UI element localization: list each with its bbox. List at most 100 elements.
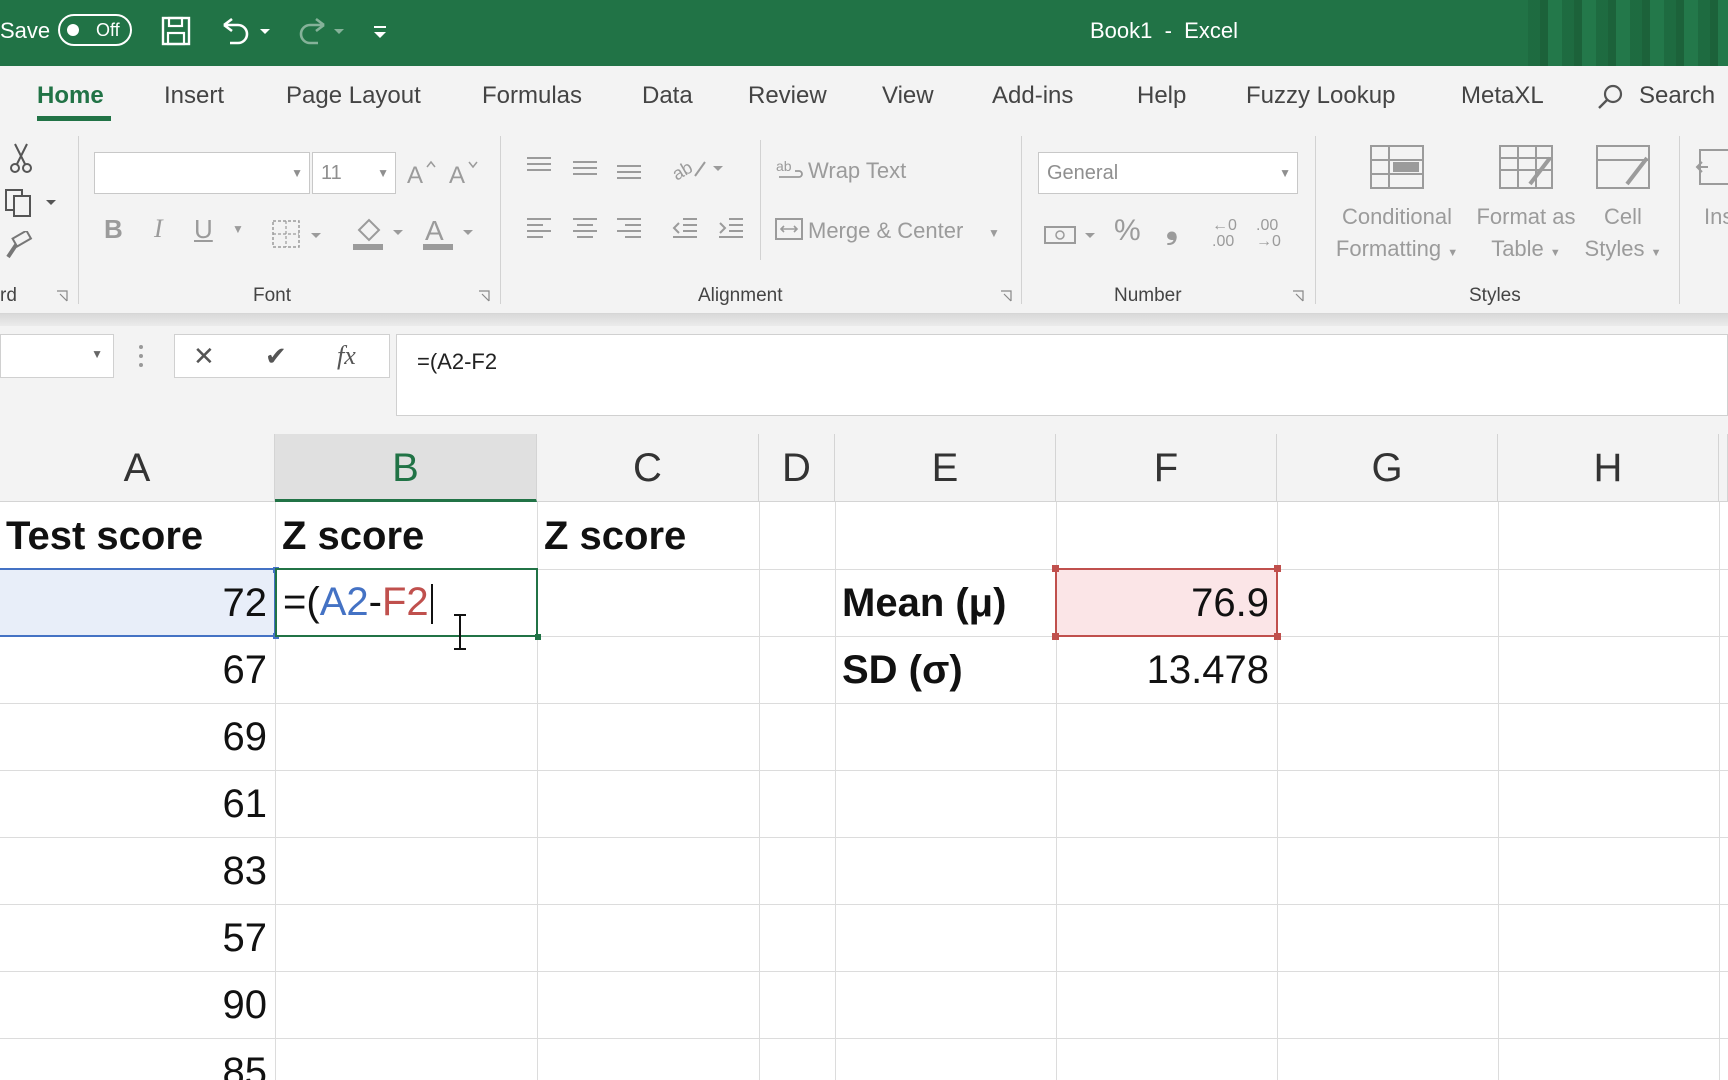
- autosave-label: Save: [0, 18, 51, 43]
- format-painter-icon[interactable]: [2, 228, 36, 264]
- cell-b2-editor[interactable]: =(A2-F2: [277, 570, 536, 635]
- search-label[interactable]: Search: [1639, 82, 1715, 110]
- number-format-combo[interactable]: General ▼: [1038, 152, 1298, 194]
- column-header-d[interactable]: D: [759, 434, 835, 502]
- percent-button[interactable]: %: [1114, 214, 1141, 248]
- increase-decimal-button[interactable]: ←0 .00: [1212, 218, 1252, 250]
- column-header-e[interactable]: E: [835, 434, 1056, 502]
- number-launcher-icon[interactable]: [1290, 288, 1306, 304]
- cell-e3[interactable]: SD (σ): [836, 637, 1056, 704]
- format-as-table-icon: [1499, 145, 1553, 189]
- cell-a9[interactable]: 85: [0, 1039, 275, 1080]
- redo-icon[interactable]: [288, 12, 348, 50]
- autosave-toggle[interactable]: Off: [58, 14, 132, 46]
- tab-home[interactable]: Home: [37, 82, 104, 110]
- cell-a1[interactable]: Test score: [0, 503, 275, 570]
- column-header-h[interactable]: H: [1498, 434, 1719, 502]
- chevron-down-icon[interactable]: ▼: [232, 222, 244, 236]
- svg-text:ab: ab: [669, 157, 696, 184]
- formula-input[interactable]: =(A2-F2: [396, 334, 1728, 416]
- column-header-c[interactable]: C: [537, 434, 759, 502]
- font-name-combo[interactable]: ▼: [94, 152, 310, 194]
- conditional-formatting-button[interactable]: Conditional Formatting ▼: [1330, 142, 1464, 269]
- tab-page-layout[interactable]: Page Layout: [286, 82, 421, 110]
- ribbon-shadow: [0, 314, 1728, 326]
- cell-a6[interactable]: 83: [0, 838, 275, 905]
- tab-formulas[interactable]: Formulas: [482, 82, 582, 110]
- cell-styles-line2: Styles: [1584, 236, 1645, 261]
- search-icon[interactable]: [1594, 80, 1628, 114]
- undo-icon[interactable]: [214, 12, 274, 50]
- wrap-text-icon[interactable]: ab: [774, 152, 806, 188]
- italic-button[interactable]: I: [154, 214, 163, 244]
- chevron-down-icon: ▼: [291, 166, 303, 180]
- merge-center-button[interactable]: Merge & Center: [808, 218, 963, 244]
- cell-e2[interactable]: Mean (μ): [836, 570, 1056, 637]
- fill-handle[interactable]: [535, 634, 541, 640]
- chevron-down-icon[interactable]: ▼: [988, 226, 1000, 240]
- copy-icon[interactable]: [0, 184, 58, 220]
- tab-insert[interactable]: Insert: [164, 82, 224, 110]
- name-box[interactable]: ▼: [0, 334, 114, 378]
- column-header-g[interactable]: G: [1277, 434, 1498, 502]
- align-right-icon[interactable]: [612, 210, 646, 246]
- cell-f2[interactable]: 76.9: [1057, 570, 1277, 637]
- underline-button[interactable]: U: [194, 214, 213, 245]
- tab-metaxl[interactable]: MetaXL: [1461, 82, 1544, 110]
- increase-indent-icon[interactable]: [714, 210, 748, 246]
- fill-color-icon[interactable]: [350, 210, 410, 256]
- decrease-font-size-icon[interactable]: A: [446, 154, 482, 192]
- accounting-format-icon[interactable]: [1040, 214, 1102, 256]
- cell-f3[interactable]: 13.478: [1057, 637, 1277, 704]
- cancel-icon[interactable]: ✕: [193, 341, 215, 372]
- tab-review[interactable]: Review: [748, 82, 827, 110]
- font-size-combo[interactable]: 11 ▼: [312, 152, 396, 194]
- clipboard-launcher-icon[interactable]: [54, 288, 70, 304]
- cell-a5[interactable]: 61: [0, 771, 275, 838]
- column-header-a[interactable]: A: [0, 434, 275, 502]
- tab-help[interactable]: Help: [1137, 82, 1186, 110]
- bottom-align-icon[interactable]: [612, 150, 646, 186]
- column-header-i[interactable]: [1719, 434, 1728, 502]
- middle-align-icon[interactable]: [568, 150, 602, 186]
- decrease-indent-icon[interactable]: [668, 210, 702, 246]
- format-as-table-button[interactable]: Format as Table ▼: [1470, 142, 1582, 269]
- cell-a7[interactable]: 57: [0, 905, 275, 972]
- cell-a3[interactable]: 67: [0, 637, 275, 704]
- orientation-icon[interactable]: ab: [668, 150, 728, 186]
- bold-button[interactable]: B: [104, 214, 123, 245]
- customize-qat-icon[interactable]: [368, 12, 392, 50]
- save-icon[interactable]: [158, 12, 194, 50]
- tab-add-ins[interactable]: Add-ins: [992, 82, 1073, 110]
- cut-icon[interactable]: [4, 140, 38, 176]
- borders-icon[interactable]: [268, 214, 328, 254]
- decrease-decimal-button[interactable]: .00 →0: [1256, 218, 1296, 250]
- alignment-launcher-icon[interactable]: [998, 288, 1014, 304]
- cell-a4[interactable]: 69: [0, 704, 275, 771]
- font-launcher-icon[interactable]: [476, 288, 492, 304]
- increase-font-size-icon[interactable]: A: [404, 154, 440, 192]
- align-center-icon[interactable]: [568, 210, 602, 246]
- cell-a8[interactable]: 90: [0, 972, 275, 1039]
- tab-view[interactable]: View: [882, 82, 934, 110]
- tab-fuzzy-lookup[interactable]: Fuzzy Lookup: [1246, 82, 1395, 110]
- cell-b1[interactable]: Z score: [276, 503, 537, 570]
- font-color-icon[interactable]: A: [420, 210, 480, 256]
- cell-styles-button[interactable]: Cell Styles ▼: [1580, 142, 1666, 269]
- tab-data[interactable]: Data: [642, 82, 693, 110]
- comma-style-button[interactable]: ❟: [1166, 212, 1178, 246]
- column-header-f[interactable]: F: [1056, 434, 1277, 502]
- insert-function-icon[interactable]: fx: [337, 341, 356, 371]
- merge-center-icon[interactable]: [772, 210, 806, 248]
- cell-c1[interactable]: Z score: [538, 503, 759, 570]
- top-align-icon[interactable]: [522, 150, 556, 186]
- align-left-icon[interactable]: [522, 210, 556, 246]
- cell-a2[interactable]: 72: [0, 570, 275, 637]
- column-header-b[interactable]: B: [275, 434, 537, 502]
- active-cell-b2[interactable]: =(A2-F2: [275, 568, 538, 637]
- insert-cells-button[interactable]: Ins: [1694, 142, 1728, 233]
- formula-bar-grip-icon[interactable]: [134, 338, 148, 374]
- wrap-text-button[interactable]: Wrap Text: [808, 158, 906, 184]
- format-as-table-line2: Table: [1491, 236, 1544, 261]
- enter-icon[interactable]: ✔: [265, 341, 287, 372]
